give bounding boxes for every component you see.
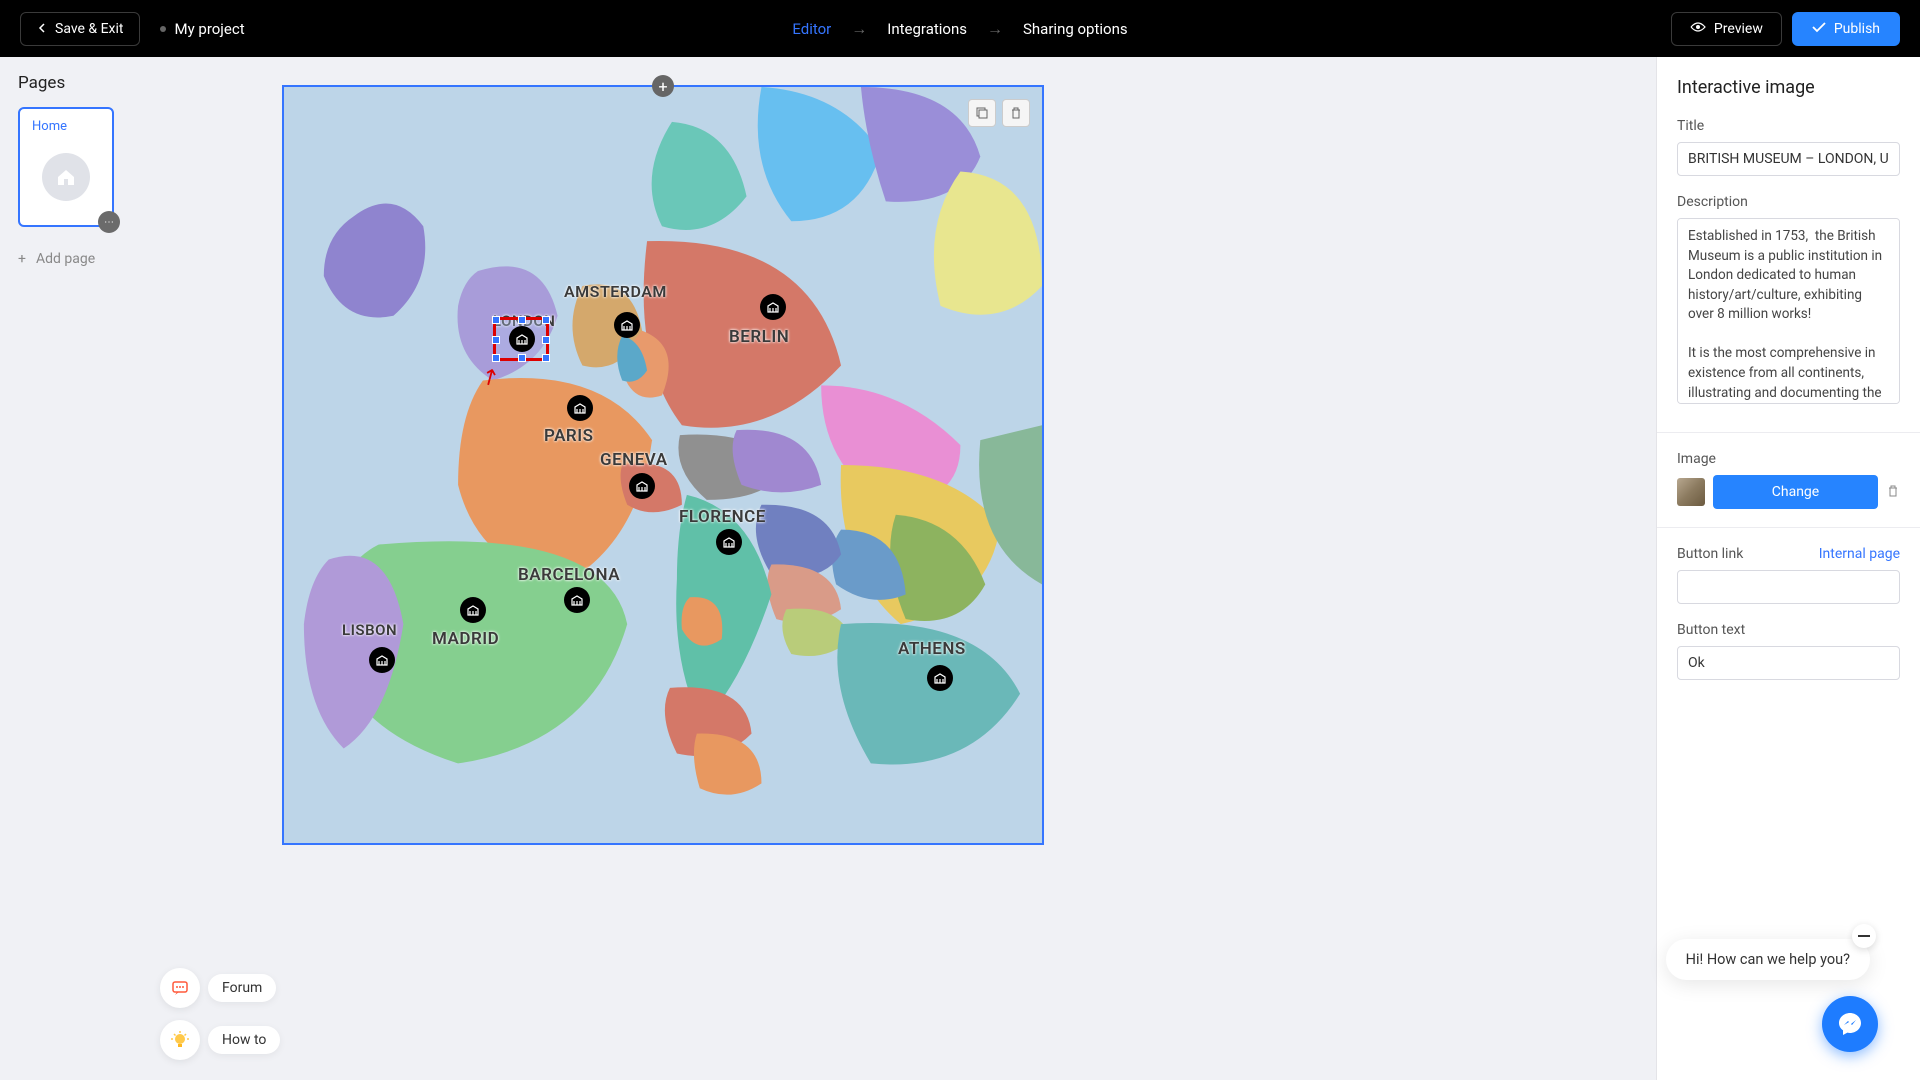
- button-text-input[interactable]: [1677, 646, 1900, 680]
- project-title: My project: [160, 20, 244, 38]
- city-label: PARIS: [544, 426, 594, 446]
- forum-label: Forum: [208, 974, 276, 1002]
- add-page-label: Add page: [36, 251, 95, 267]
- pages-sidebar: Pages Home ⋯ + Add page: [0, 57, 152, 1080]
- help-bubble-text: Hi! How can we help you?: [1686, 951, 1850, 968]
- canvas[interactable]: +: [152, 57, 1656, 1080]
- howto-label: How to: [208, 1026, 280, 1054]
- map-marker[interactable]: [369, 647, 395, 673]
- description-label: Description: [1677, 194, 1900, 210]
- map-marker[interactable]: [629, 473, 655, 499]
- city-label: FLORENCE: [679, 507, 766, 527]
- nav-step-editor[interactable]: Editor: [792, 20, 831, 38]
- map-marker[interactable]: [614, 312, 640, 338]
- page-options-button[interactable]: ⋯: [98, 211, 120, 233]
- map-marker[interactable]: [460, 597, 486, 623]
- forum-chip[interactable]: Forum: [160, 968, 280, 1008]
- arrow-right-icon: →: [987, 19, 1003, 39]
- page-thumb-label: Home: [32, 119, 100, 134]
- howto-chip[interactable]: How to: [160, 1020, 280, 1060]
- map-marker[interactable]: [927, 665, 953, 691]
- city-label: BARCELONA: [518, 565, 620, 585]
- add-element-button[interactable]: +: [652, 75, 674, 97]
- duplicate-button[interactable]: [968, 99, 996, 127]
- title-label: Title: [1677, 118, 1900, 134]
- check-icon: [1812, 21, 1826, 37]
- plus-icon: +: [18, 251, 26, 267]
- unsaved-dot-icon: [160, 26, 166, 32]
- preview-button[interactable]: Preview: [1671, 12, 1782, 46]
- save-exit-button[interactable]: Save & Exit: [20, 12, 140, 46]
- city-label: MADRID: [432, 629, 499, 649]
- pages-title: Pages: [18, 73, 134, 93]
- messenger-button[interactable]: [1822, 996, 1878, 1052]
- city-label: LISBON: [342, 621, 397, 639]
- remove-image-button[interactable]: [1886, 483, 1900, 502]
- preview-label: Preview: [1714, 21, 1763, 37]
- city-label: BERLIN: [729, 327, 789, 347]
- publish-label: Publish: [1834, 21, 1880, 37]
- arrow-right-icon: →: [851, 19, 867, 39]
- nav-step-integrations[interactable]: Integrations: [887, 20, 967, 38]
- page-thumbnail-home[interactable]: Home ⋯: [18, 107, 114, 227]
- close-help-bubble-button[interactable]: [1852, 924, 1876, 948]
- button-link-label: Button link: [1677, 546, 1743, 562]
- map-marker-london[interactable]: [509, 326, 535, 352]
- change-image-button[interactable]: Change: [1713, 475, 1878, 509]
- add-page-button[interactable]: + Add page: [18, 251, 134, 267]
- map-marker[interactable]: [567, 395, 593, 421]
- description-textarea[interactable]: Established in 1753, the British Museum …: [1677, 218, 1900, 404]
- map-marker[interactable]: [564, 587, 590, 613]
- nav-step-sharing[interactable]: Sharing options: [1023, 20, 1128, 38]
- button-text-label: Button text: [1677, 622, 1900, 638]
- internal-page-link[interactable]: Internal page: [1819, 546, 1900, 562]
- home-icon: [42, 153, 90, 201]
- city-label: ATHENS: [898, 639, 966, 659]
- help-bubble: Hi! How can we help you?: [1666, 939, 1870, 980]
- publish-button[interactable]: Publish: [1792, 12, 1900, 46]
- panel-title: Interactive image: [1677, 77, 1900, 98]
- title-input[interactable]: [1677, 142, 1900, 176]
- interactive-image-element[interactable]: +: [282, 85, 1044, 845]
- chevron-left-icon: [37, 21, 47, 37]
- image-thumbnail: [1677, 478, 1705, 506]
- image-label: Image: [1677, 451, 1900, 467]
- save-exit-label: Save & Exit: [55, 21, 123, 37]
- delete-button[interactable]: [1002, 99, 1030, 127]
- properties-panel: Interactive image Title Description Esta…: [1656, 57, 1920, 1080]
- city-label: GENEVA: [600, 450, 668, 470]
- map-marker[interactable]: [760, 294, 786, 320]
- city-label: AMSTERDAM: [564, 282, 667, 301]
- project-name: My project: [174, 20, 244, 38]
- forum-icon: [160, 968, 200, 1008]
- lightbulb-icon: [160, 1020, 200, 1060]
- button-link-input[interactable]: [1677, 570, 1900, 604]
- map-marker[interactable]: [716, 529, 742, 555]
- eye-icon: [1690, 21, 1706, 37]
